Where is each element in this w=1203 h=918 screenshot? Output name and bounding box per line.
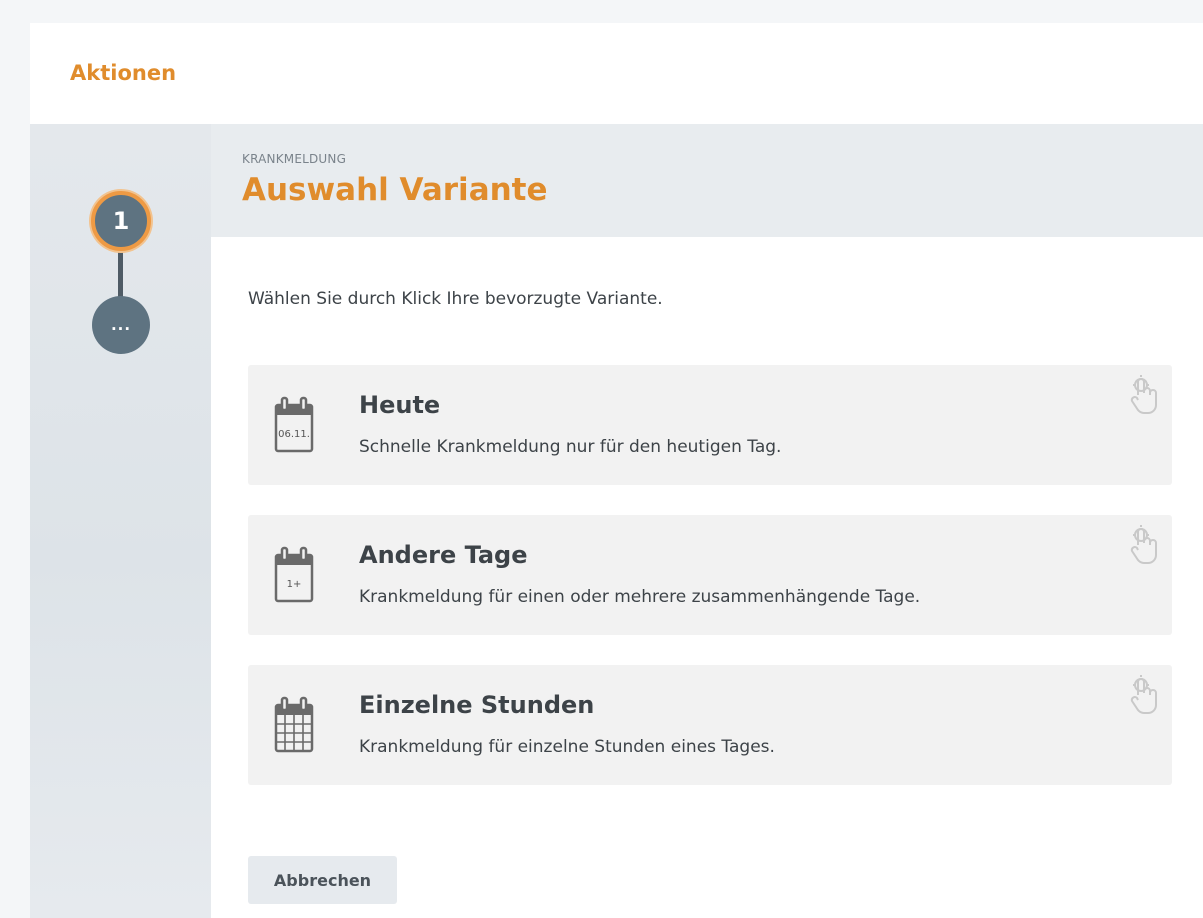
option-title: Heute — [359, 391, 441, 419]
option-description: Schnelle Krankmeldung nur für den heutig… — [359, 437, 782, 457]
header-title: Auswahl Variante — [242, 172, 548, 208]
option-andere-tage[interactable]: 1+ Andere Tage Krankmeldung für einen od… — [248, 515, 1172, 635]
step-connector — [118, 251, 123, 299]
actions-panel: Aktionen 1 ... KRANKMELDUNG Auswahl Vari… — [30, 23, 1203, 918]
cancel-button[interactable]: Abbrechen — [248, 856, 397, 904]
option-title: Einzelne Stunden — [359, 691, 595, 719]
wizard-content: Wählen Sie durch Klick Ihre bevorzugte V… — [211, 237, 1203, 918]
wizard-header: KRANKMELDUNG Auswahl Variante — [211, 124, 1203, 237]
option-description: Krankmeldung für einzelne Stunden eines … — [359, 737, 775, 757]
panel-title: Aktionen — [70, 61, 177, 85]
calendar-days-text: 1+ — [287, 579, 302, 590]
calendar-date-icon: 06.11. — [274, 396, 314, 453]
step-1-indicator: 1 — [91, 191, 151, 251]
calendar-multiple-days-icon: 1+ — [274, 546, 314, 603]
option-title: Andere Tage — [359, 541, 528, 569]
option-einzelne-stunden[interactable]: Einzelne Stunden Krankmeldung für einzel… — [248, 665, 1172, 785]
step-more-indicator: ... — [92, 296, 150, 354]
step-more-label: ... — [110, 316, 132, 334]
touch-hand-icon — [1130, 375, 1157, 414]
step-1-label: 1 — [112, 207, 130, 235]
calendar-date-text: 06.11. — [278, 429, 310, 440]
option-heute[interactable]: 06.11. Heute Schnelle Krankmeldung nur f… — [248, 365, 1172, 485]
option-description: Krankmeldung für einen oder mehrere zusa… — [359, 587, 921, 607]
stepper: 1 ... — [30, 124, 211, 918]
touch-hand-icon — [1130, 675, 1157, 714]
header-subtitle: KRANKMELDUNG — [242, 152, 347, 166]
touch-hand-icon — [1130, 525, 1157, 564]
calendar-grid-icon — [274, 696, 314, 753]
instruction-text: Wählen Sie durch Klick Ihre bevorzugte V… — [248, 289, 663, 309]
